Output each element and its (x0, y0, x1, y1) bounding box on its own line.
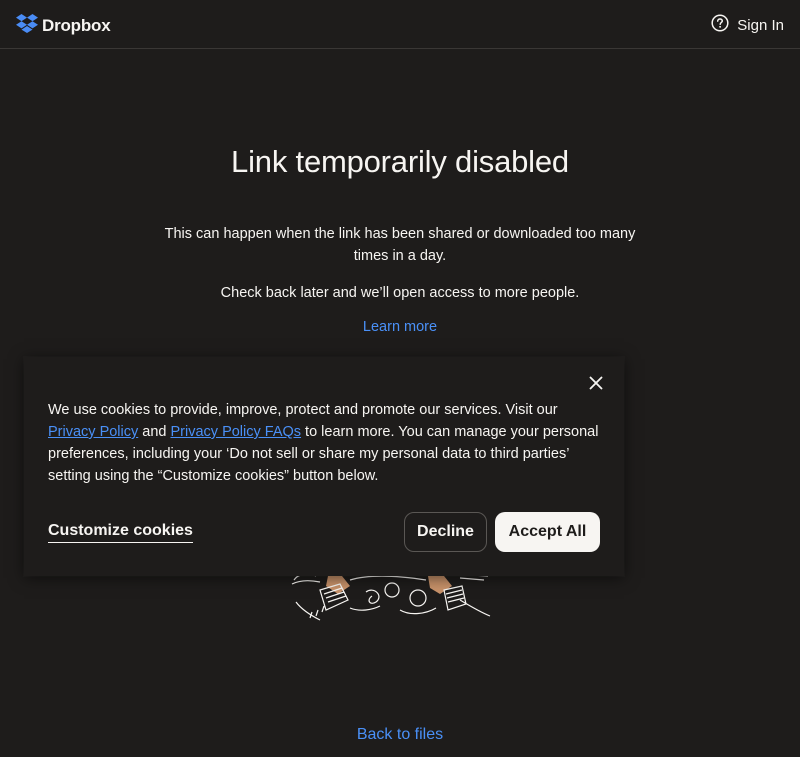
decline-button[interactable]: Decline (404, 512, 487, 552)
close-icon[interactable] (588, 375, 604, 391)
description-text-secondary: Check back later and we’ll open access t… (220, 285, 580, 301)
description-text: This can happen when the link has been s… (164, 226, 636, 264)
privacy-policy-faqs-link[interactable]: Privacy Policy FAQs (171, 424, 302, 440)
cookie-message: We use cookies to provide, improve, prot… (48, 399, 608, 487)
cookie-text-part2: and (138, 424, 171, 440)
dropbox-logo[interactable]: Dropbox (16, 13, 111, 38)
sign-in-button[interactable]: Sign In (711, 14, 784, 36)
help-circle-icon (711, 14, 729, 36)
page-title: Link temporarily disabled (231, 144, 569, 179)
back-to-files-link[interactable]: Back to files (300, 726, 500, 744)
accept-all-button[interactable]: Accept All (495, 512, 600, 552)
cookie-banner: We use cookies to provide, improve, prot… (24, 357, 624, 576)
dropbox-logo-icon (16, 13, 38, 38)
logo-text: Dropbox (42, 15, 111, 35)
cookie-text-part1: We use cookies to provide, improve, prot… (48, 402, 558, 418)
privacy-policy-link[interactable]: Privacy Policy (48, 424, 138, 440)
sign-in-label: Sign In (737, 16, 784, 34)
learn-more-link[interactable]: Learn more (300, 319, 500, 335)
customize-cookies-button[interactable]: Customize cookies (48, 522, 193, 543)
top-bar: Dropbox Sign In (0, 0, 800, 49)
